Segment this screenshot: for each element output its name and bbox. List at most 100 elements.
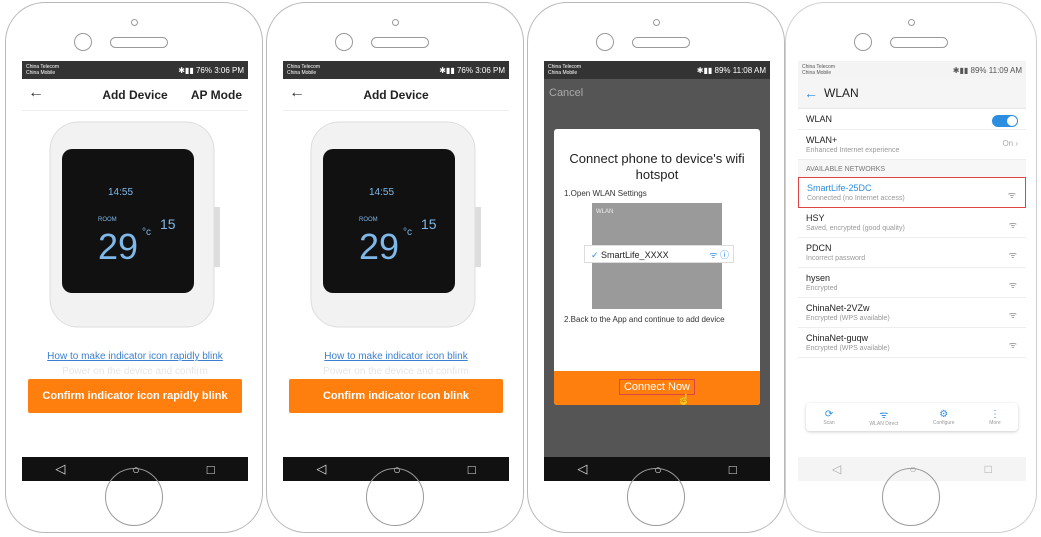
status-right: ✱▮▮ 76% 3:06 PM	[439, 65, 505, 75]
network-status: Encrypted	[806, 285, 838, 292]
thermostat-temp: 29	[359, 226, 399, 267]
home-button[interactable]	[882, 468, 940, 526]
page-title: Add Device	[363, 88, 429, 102]
camera-icon	[908, 19, 915, 26]
status-right: ✱▮▮ 89% 11:09 AM	[952, 65, 1022, 75]
phone-add-device: China Telecom China Mobile ✱▮▮ 76% 3:06 P…	[266, 2, 524, 533]
screen: China Telecom China Mobile ✱▮▮ 76% 3:06 P…	[22, 61, 248, 481]
confirm-button[interactable]: Confirm indicator icon rapidly blink	[28, 379, 242, 413]
back-arrow-icon[interactable]: ←	[804, 85, 818, 101]
wlan-direct-button[interactable]: ᯤ WLAN Direct	[869, 407, 898, 427]
wifi-lock-icon: ᯤ	[1008, 220, 1017, 230]
dialog-title: Connect phone to device's wifi hotspot	[569, 151, 745, 182]
network-name: ChinaNet-guqw	[806, 333, 869, 343]
instruction-text: Power on the device and confirm	[323, 366, 469, 377]
connect-now-area[interactable]: Connect Now ☝	[554, 371, 760, 405]
network-name: ChinaNet-2VZw	[806, 303, 870, 313]
network-item[interactable]: hysen Encrypted ᯤ	[798, 268, 1026, 298]
step-two: 2.Back to the App and continue to add de…	[564, 315, 725, 324]
wifi-icon: ᯤ	[1007, 190, 1016, 200]
sensor-icon	[74, 33, 92, 51]
thermostat-set-temp: 15	[160, 216, 176, 232]
thermostat-time: 14:55	[369, 187, 394, 198]
status-bar: China Telecom China Mobile ✱▮▮ 76% 3:06 P…	[22, 61, 248, 79]
page-title: WLAN	[824, 86, 859, 100]
nav-back-icon[interactable]: ◁	[316, 461, 326, 477]
signal-icon: ✱▮▮	[178, 65, 196, 75]
network-name: HSY	[806, 213, 825, 223]
check-icon: ✓	[591, 250, 602, 260]
status-bar: China Telecom China Mobile ✱▮▮ 89% 11:09 …	[798, 61, 1026, 79]
mock-wlan-label: WLAN	[596, 209, 614, 215]
phone-add-device-ap-mode: China Telecom China Mobile ✱▮▮ 76% 3:06 P…	[5, 2, 263, 533]
network-item-smartlife[interactable]: SmartLife-25DC Connected (no Internet ac…	[798, 177, 1026, 208]
screen: China Telecom China Mobile ✱▮▮ 76% 3:06 P…	[283, 61, 509, 481]
sensor-icon	[596, 33, 614, 51]
network-item[interactable]: ChinaNet-2VZw Encrypted (WPS available) …	[798, 298, 1026, 328]
status-right: ✱▮▮ 89% 11:08 AM	[696, 65, 766, 75]
wifi-lock-icon: ᯤ	[1008, 250, 1017, 260]
network-status: Incorrect password	[806, 255, 866, 262]
status-bar: China Telecom China Mobile ✱▮▮ 89% 11:08 …	[544, 61, 770, 79]
signal-icon: ✱▮▮	[439, 65, 457, 75]
phone-connect-hotspot: China Telecom China Mobile ✱▮▮ 89% 11:08 …	[527, 2, 785, 533]
wlan-label: WLAN	[806, 114, 833, 124]
thermostat-time: 14:55	[108, 187, 133, 198]
network-name: SmartLife-25DC	[807, 183, 872, 193]
wlan-toggle-row[interactable]: WLAN	[798, 109, 1026, 130]
home-button[interactable]	[627, 468, 685, 526]
gear-icon: ⚙	[939, 408, 949, 420]
camera-icon	[131, 19, 138, 26]
ap-mode-button[interactable]: AP Mode	[191, 88, 242, 102]
network-status: Connected (no Internet access)	[807, 195, 905, 202]
wifi-direct-icon: ᯤ	[879, 410, 889, 421]
more-button[interactable]: ⋮ More	[989, 409, 1000, 426]
thermostat-set-temp: 15	[421, 216, 437, 232]
nav-recent-icon[interactable]: □	[985, 462, 992, 476]
screen: China Telecom China Mobile ✱▮▮ 89% 11:08 …	[544, 61, 770, 481]
confirm-button[interactable]: Confirm indicator icon blink	[289, 379, 503, 413]
status-right: ✱▮▮ 76% 3:06 PM	[178, 65, 244, 75]
instruction-text: Power on the device and confirm	[62, 366, 208, 377]
help-link[interactable]: How to make indicator icon blink	[283, 351, 509, 362]
network-item[interactable]: ChinaNet-guqw Encrypted (WPS available) …	[798, 328, 1026, 358]
thermostat-image: 14:55 ROOM 29 °c 15	[310, 121, 481, 328]
speaker-grille	[110, 37, 168, 48]
network-item[interactable]: HSY Saved, encrypted (good quality) ᯤ	[798, 208, 1026, 238]
wifi-lock-icon: ᯤ	[1008, 340, 1017, 350]
connect-dialog: Connect phone to device's wifi hotspot 1…	[554, 129, 760, 405]
section-header: AVAILABLE NETWORKS	[798, 160, 1026, 177]
nav-recent-icon[interactable]: □	[729, 462, 737, 477]
carrier-names: China Telecom China Mobile	[548, 64, 581, 76]
speaker-grille	[371, 37, 429, 48]
wifi-lock-icon: ᯤ	[1008, 310, 1017, 320]
nav-recent-icon[interactable]: □	[207, 462, 215, 477]
sensor-icon	[854, 33, 872, 51]
nav-back-icon[interactable]: ◁	[832, 462, 841, 476]
header: ← Add Device	[283, 79, 509, 111]
help-link[interactable]: How to make indicator icon rapidly blink	[22, 351, 248, 362]
network-name: PDCN	[806, 243, 832, 253]
nav-recent-icon[interactable]: □	[468, 462, 476, 477]
network-status: Encrypted (WPS available)	[806, 315, 890, 322]
wlan-toggle[interactable]	[992, 115, 1018, 127]
home-button[interactable]	[105, 468, 163, 526]
wifi-lock-icon: ᯤ	[1008, 280, 1017, 290]
network-item[interactable]: PDCN Incorrect password ᯤ	[798, 238, 1026, 268]
wifi-info-icon: ᯤ ⓘ	[709, 250, 729, 260]
speaker-grille	[632, 37, 690, 48]
thermostat-image: 14:55 ROOM 29 °c 15	[49, 121, 220, 328]
signal-icon: ✱▮▮	[696, 65, 715, 75]
wlan-plus-row[interactable]: WLAN+ Enhanced Internet experience On ›	[798, 130, 1026, 160]
configure-button[interactable]: ⚙ Configure	[933, 409, 955, 426]
dim-overlay: Cancel Connect phone to device's wifi ho…	[544, 79, 770, 457]
thermostat-temp: 29	[98, 226, 138, 267]
cancel-button[interactable]: Cancel	[549, 87, 583, 99]
nav-back-icon[interactable]: ◁	[577, 461, 587, 477]
signal-icon: ✱▮▮	[952, 65, 971, 75]
wlan-plus-state: On ›	[1002, 139, 1018, 148]
home-button[interactable]	[366, 468, 424, 526]
scan-button[interactable]: ⟳ Scan	[823, 409, 834, 426]
nav-back-icon[interactable]: ◁	[55, 461, 65, 477]
header: ← WLAN	[798, 79, 1026, 109]
